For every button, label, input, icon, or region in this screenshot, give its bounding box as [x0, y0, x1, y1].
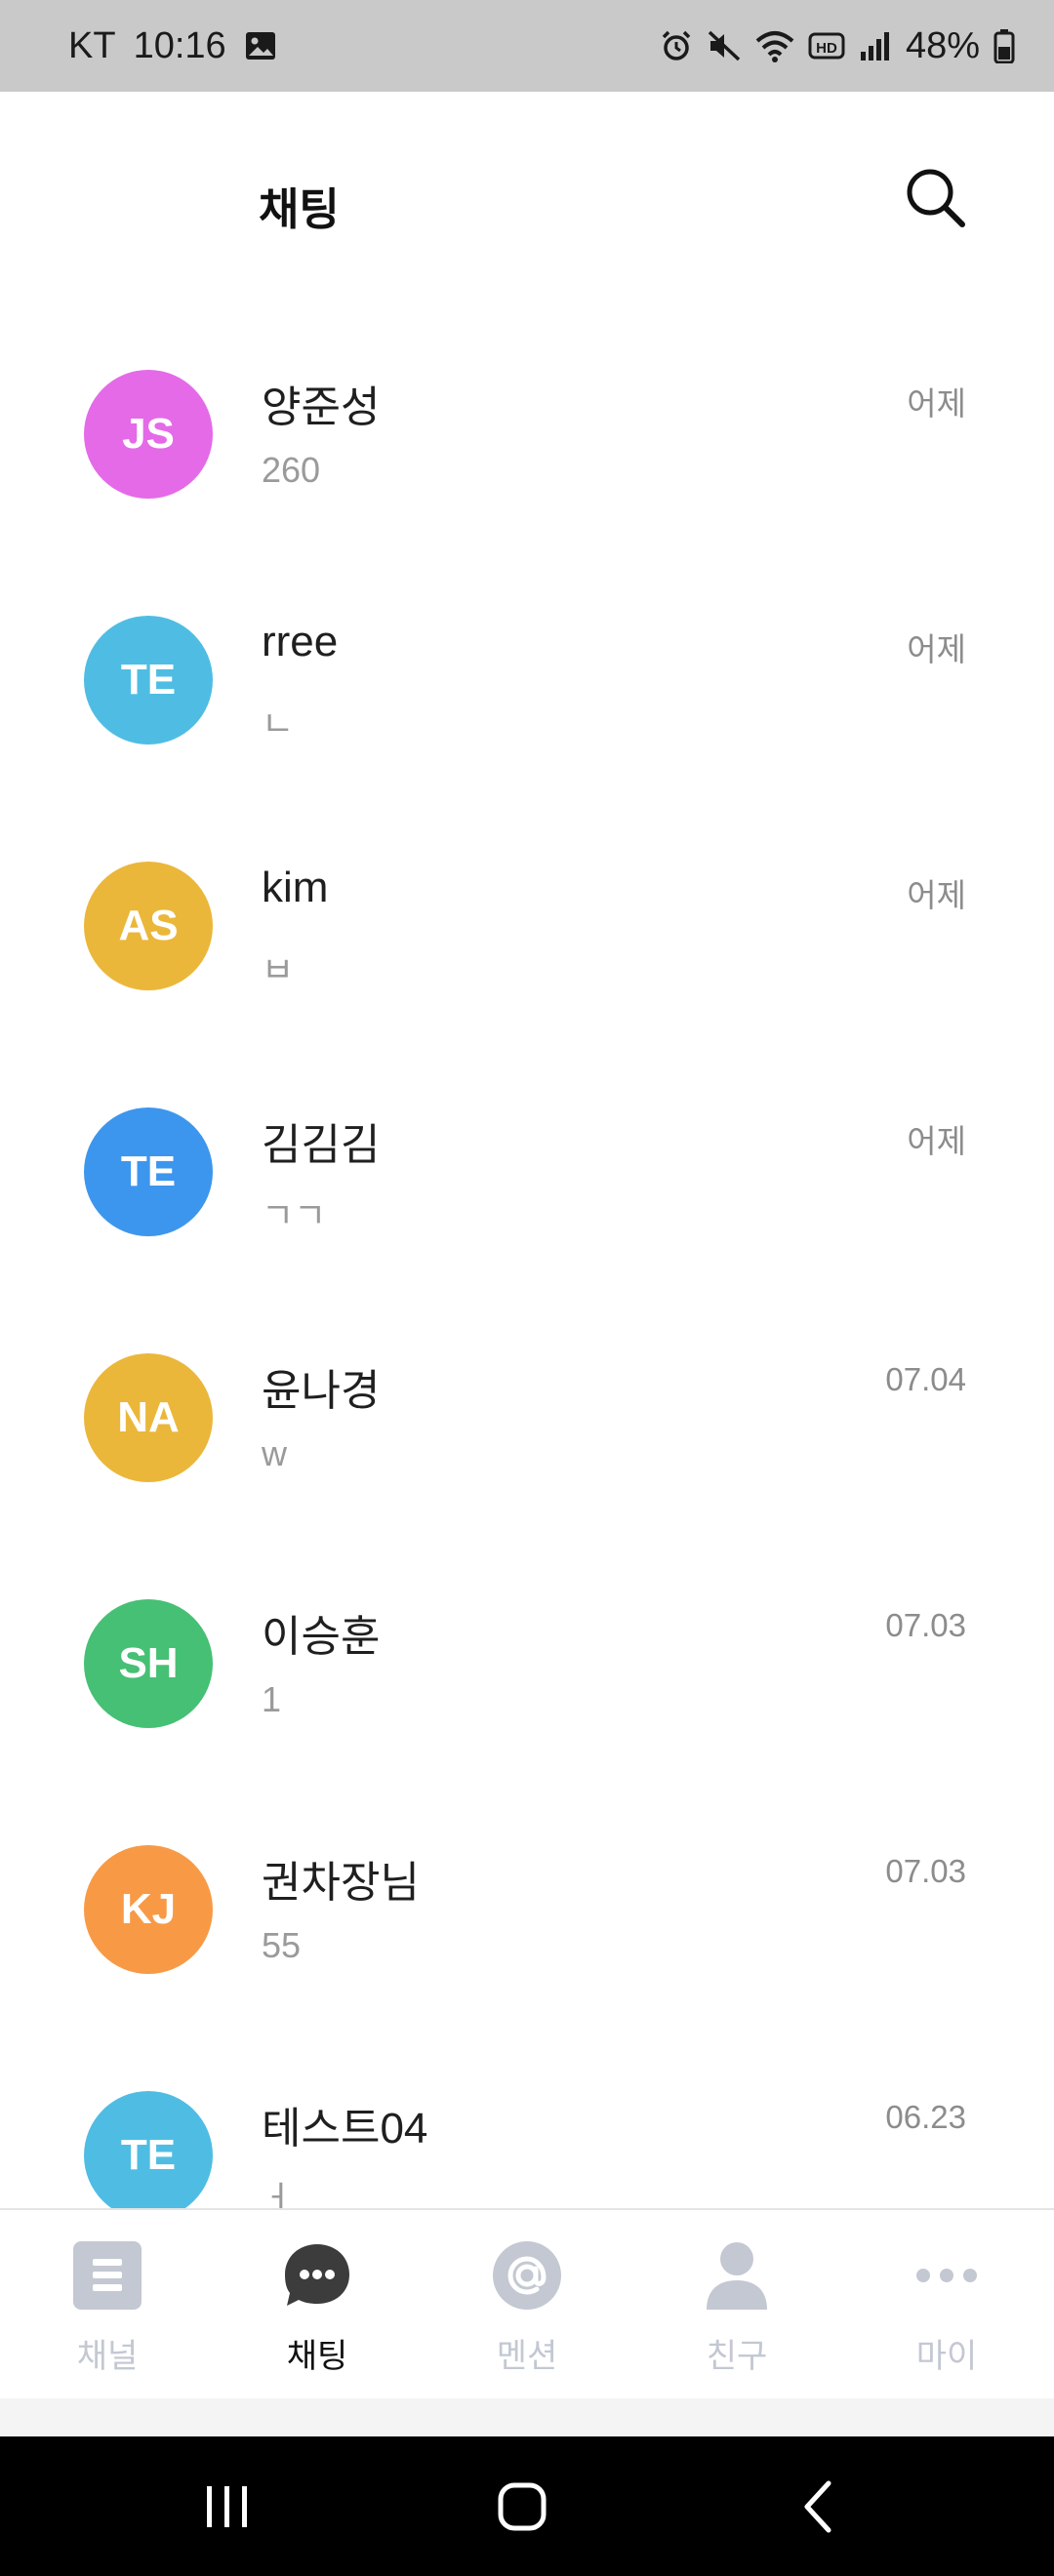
chat-row[interactable]: AS kim ㅂ 어제: [0, 803, 1054, 1049]
signal-icon: [859, 30, 892, 61]
chat-time: 어제: [907, 1123, 966, 1159]
channel-icon: [71, 2239, 143, 2312]
mention-icon: [491, 2239, 563, 2312]
chat-icon: [281, 2239, 353, 2312]
chat-row[interactable]: SH 이승훈 1 07.03: [0, 1541, 1054, 1787]
system-nav-bar: [0, 2436, 1054, 2576]
recents-icon: [207, 2486, 247, 2527]
gallery-notification-icon: [244, 29, 277, 62]
avatar: TE: [84, 616, 213, 745]
search-button[interactable]: [898, 160, 972, 234]
chat-time: 07.03: [885, 1853, 966, 1889]
nav-label: 친구: [706, 2338, 768, 2375]
carrier-label: KT: [68, 24, 116, 66]
alarm-icon: [660, 29, 693, 62]
avatar: AS: [84, 862, 213, 990]
chat-name: 이승훈: [262, 1613, 381, 1661]
avatar: KJ: [84, 1845, 213, 1974]
chat-preview: 260: [262, 450, 321, 490]
chat-preview: ㅂ: [262, 949, 295, 989]
clock: 10:16: [133, 24, 226, 66]
mute-icon: [707, 29, 742, 62]
chat-time: 어제: [907, 631, 966, 667]
nav-tab-channel[interactable]: 채널: [24, 2239, 190, 2395]
chat-preview: 55: [262, 1925, 302, 1965]
chat-list: JS 양준성 260 어제 TE rree ㄴ 어제 AS kim ㅂ 어제 T…: [0, 311, 1054, 2208]
nav-tab-friend[interactable]: 친구: [654, 2239, 820, 2395]
chat-name: 윤나경: [262, 1367, 381, 1415]
search-icon: [907, 169, 965, 227]
chat-time: 07.03: [885, 1607, 966, 1643]
more-icon: [911, 2239, 983, 2312]
chat-preview: ㄴ: [262, 704, 295, 744]
back-icon: [804, 2480, 831, 2533]
nav-label: 멘션: [496, 2338, 558, 2375]
chat-preview: ㄱㄱ: [262, 1195, 327, 1235]
chat-row[interactable]: NA 윤나경 w 07.04: [0, 1295, 1054, 1541]
nav-label: 채팅: [286, 2338, 348, 2375]
chat-name: kim: [262, 864, 329, 911]
chat-name: 양준성: [262, 383, 381, 431]
chat-time: 어제: [907, 385, 966, 422]
chat-name: 테스트04: [262, 2105, 428, 2153]
chat-name: rree: [262, 618, 339, 665]
nav-tab-chat[interactable]: 채팅: [234, 2239, 400, 2395]
nav-tab-mention[interactable]: 멘션: [444, 2239, 610, 2395]
avatar: SH: [84, 1599, 213, 1728]
chat-time: 06.23: [885, 2099, 966, 2135]
chat-time: 어제: [907, 877, 966, 913]
page-title: 채팅: [259, 184, 340, 234]
home-button[interactable]: [478, 2475, 566, 2538]
chat-preview: 1: [262, 1679, 282, 1719]
home-icon: [498, 2482, 547, 2531]
nav-label: 채널: [76, 2338, 139, 2375]
chat-time: 07.04: [885, 1361, 966, 1397]
avatar: JS: [84, 370, 213, 499]
recents-button[interactable]: [183, 2475, 271, 2538]
avatar: TE: [84, 1107, 213, 1236]
battery-percent: 48%: [905, 24, 980, 66]
chat-row[interactable]: JS 양준성 260 어제: [0, 311, 1054, 557]
chat-preview: ㅓ: [262, 2179, 295, 2208]
back-button[interactable]: [776, 2475, 864, 2538]
friend-icon: [701, 2239, 773, 2312]
chat-row[interactable]: TE 김김김 ㄱㄱ 어제: [0, 1049, 1054, 1295]
chat-name: 권차장님: [262, 1859, 420, 1907]
chat-row[interactable]: TE rree ㄴ 어제: [0, 557, 1054, 803]
nav-label: 마이: [915, 2338, 978, 2375]
bottom-strip: [0, 2398, 1054, 2437]
chat-preview: w: [262, 1433, 287, 1473]
wifi-icon: [755, 29, 794, 62]
svg-text:HD: HD: [816, 40, 837, 57]
status-bar: KT 10:16 HD 48%: [0, 0, 1054, 92]
avatar: TE: [84, 2091, 213, 2208]
hd-voice-icon: HD: [808, 31, 845, 60]
chat-name: 김김김: [262, 1121, 381, 1169]
app-header: 채팅: [0, 92, 1054, 311]
battery-icon: [993, 28, 1015, 63]
nav-tab-my[interactable]: 마이: [864, 2239, 1030, 2395]
chat-row[interactable]: TE 테스트04 ㅓ 06.23: [0, 2033, 1054, 2208]
avatar: NA: [84, 1353, 213, 1482]
chat-row[interactable]: KJ 권차장님 55 07.03: [0, 1787, 1054, 2033]
